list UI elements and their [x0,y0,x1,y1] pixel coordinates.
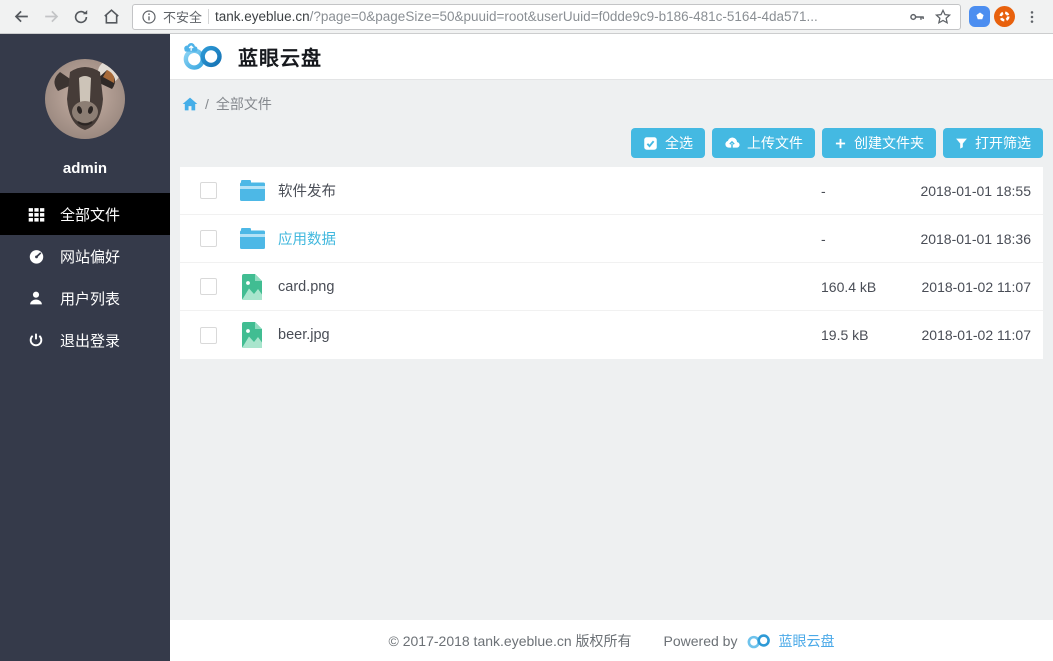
row-checkbox[interactable] [200,327,217,344]
power-icon [27,332,45,348]
extension-orange-glyph [997,9,1012,24]
sidebar: admin 全部文件 网站偏好 用户列表 [0,34,170,661]
file-date: 2018-01-02 11:07 [919,279,1031,295]
security-label[interactable]: 不安全 [163,7,202,26]
url-text[interactable]: tank.eyeblue.cn/?page=0&pageSize=50&puui… [215,9,902,24]
plus-icon [834,137,847,150]
breadcrumb-separator: / [205,96,209,112]
home-icon [102,7,121,26]
breadcrumb: / 全部文件 [180,94,1043,114]
address-bar-icons [908,8,952,26]
file-name[interactable]: card.png [278,279,821,295]
sidebar-item-label: 退出登录 [60,330,120,351]
app-title: 蓝眼云盘 [238,42,322,71]
home-breadcrumb-icon[interactable] [182,96,198,112]
address-bar[interactable]: 不安全 tank.eyeblue.cn/?page=0&pageSize=50&… [132,4,961,30]
home-button[interactable] [98,4,124,30]
file-row-image-2[interactable]: beer.jpg 19.5 kB 2018-01-02 11:07 [180,311,1043,359]
url-domain: tank.eyeblue.cn [215,9,310,24]
create-folder-button[interactable]: 创建文件夹 [822,128,936,158]
file-date: 2018-01-02 11:07 [919,327,1031,343]
row-checkbox[interactable] [200,182,217,199]
avatar[interactable] [45,59,125,139]
sidebar-item-label: 用户列表 [60,288,120,309]
open-filter-button[interactable]: 打开筛选 [943,128,1043,158]
main-area: 蓝眼云盘 / 全部文件 全选 上传文件 创建文件夹 [170,34,1053,661]
app-header: 蓝眼云盘 [170,34,1053,80]
file-name[interactable]: 应用数据 [278,228,821,249]
folder-icon [239,228,265,249]
file-name[interactable]: 软件发布 [278,180,821,201]
user-icon [27,290,45,306]
sidebar-item-site-preferences[interactable]: 网站偏好 [0,235,170,277]
refresh-icon [72,8,90,26]
action-toolbar: 全选 上传文件 创建文件夹 打开筛选 [180,128,1043,158]
create-folder-label: 创建文件夹 [854,133,924,153]
url-path: /?page=0&pageSize=50&puuid=root&userUuid… [310,9,818,24]
key-icon[interactable] [908,8,926,26]
file-name[interactable]: beer.jpg [278,327,821,343]
sidebar-item-label: 全部文件 [60,204,120,225]
extension-blue-glyph [974,11,986,23]
file-date: 2018-01-01 18:55 [919,183,1031,199]
select-all-label: 全选 [665,133,693,153]
username-label: admin [0,160,170,177]
refresh-button[interactable] [68,4,94,30]
file-size: 19.5 kB [821,327,879,343]
file-size: - [821,231,879,247]
browser-menu-button[interactable] [1019,4,1045,30]
sidebar-item-label: 网站偏好 [60,246,120,267]
extension-blue-icon[interactable] [969,6,990,27]
footer-logo-icon [746,632,773,649]
breadcrumb-current[interactable]: 全部文件 [216,94,272,114]
open-filter-label: 打开筛选 [975,133,1031,153]
file-row-folder-1[interactable]: 软件发布 - 2018-01-01 18:55 [180,167,1043,215]
forward-button[interactable] [38,4,64,30]
file-list: 软件发布 - 2018-01-01 18:55 应用数据 - 2018-01-0… [180,167,1043,359]
image-file-icon [239,322,265,348]
filter-icon [955,137,968,150]
browser-toolbar: 不安全 tank.eyeblue.cn/?page=0&pageSize=50&… [0,0,1053,34]
upload-file-button[interactable]: 上传文件 [712,128,815,158]
file-row-image-1[interactable]: card.png 160.4 kB 2018-01-02 11:07 [180,263,1043,311]
copyright-text: © 2017-2018 tank.eyeblue.cn 版权所有 [389,631,632,651]
sidebar-item-logout[interactable]: 退出登录 [0,319,170,361]
sidebar-item-user-list[interactable]: 用户列表 [0,277,170,319]
folder-icon [239,180,265,201]
three-dots-menu-icon [1024,9,1040,25]
sidebar-menu: 全部文件 网站偏好 用户列表 退出登录 [0,193,170,361]
powered-by-text: Powered by [664,633,738,649]
select-all-button[interactable]: 全选 [631,128,705,158]
file-row-folder-2[interactable]: 应用数据 - 2018-01-01 18:36 [180,215,1043,263]
bookmark-star-icon[interactable] [934,8,952,26]
back-arrow-icon [12,7,31,26]
footer: © 2017-2018 tank.eyeblue.cn 版权所有 Powered… [170,620,1053,661]
forward-arrow-icon [42,7,61,26]
back-button[interactable] [8,4,34,30]
row-checkbox[interactable] [200,230,217,247]
app-window: admin 全部文件 网站偏好 用户列表 [0,34,1053,661]
file-date: 2018-01-01 18:36 [919,231,1031,247]
check-square-icon [643,136,658,151]
footer-brand-text: 蓝眼云盘 [778,631,834,651]
cloud-upload-icon [724,135,740,151]
upload-file-label: 上传文件 [747,133,803,153]
image-file-icon [239,274,265,300]
footer-brand-link[interactable]: 蓝眼云盘 [746,631,834,651]
info-icon[interactable] [141,9,157,25]
content-area: / 全部文件 全选 上传文件 创建文件夹 打开筛选 [170,80,1053,620]
address-separator [208,9,209,24]
grid-icon [27,206,45,223]
row-checkbox[interactable] [200,278,217,295]
file-size: 160.4 kB [821,279,879,295]
sidebar-item-all-files[interactable]: 全部文件 [0,193,170,235]
app-logo-icon [181,42,227,71]
extension-orange-icon[interactable] [994,6,1015,27]
goat-avatar-image [45,59,125,139]
dashboard-icon [27,248,45,265]
file-size: - [821,183,879,199]
